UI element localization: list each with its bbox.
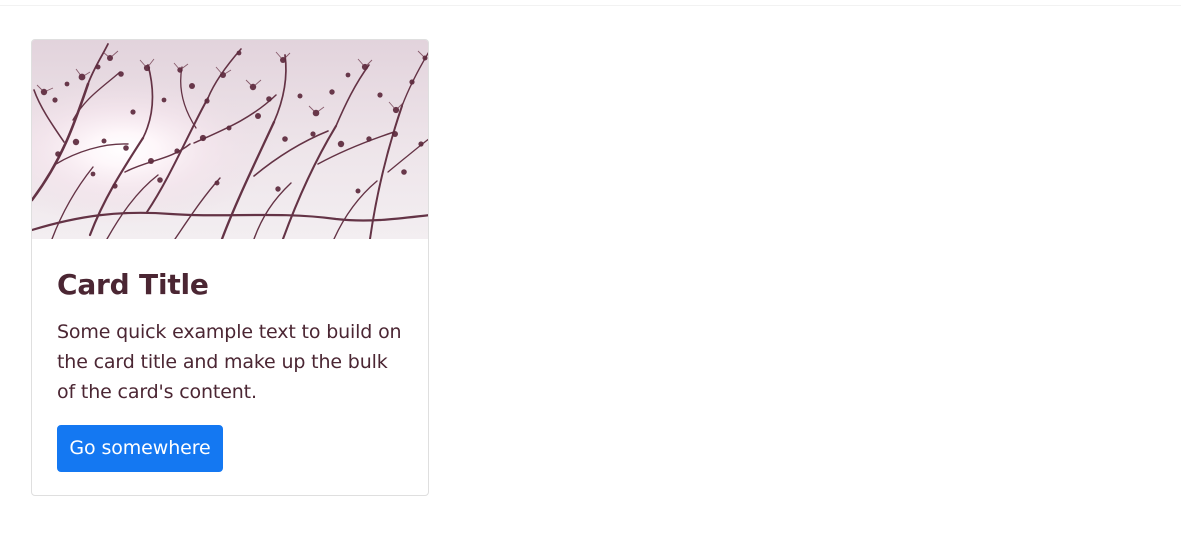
- card-image: [32, 40, 428, 239]
- card-description: Some quick example text to build on the …: [57, 321, 402, 403]
- card-title: Card Title: [57, 268, 209, 301]
- top-divider: [0, 5, 1181, 6]
- page: Card Title Some quick example text to bu…: [0, 0, 1181, 535]
- go-somewhere-button[interactable]: Go somewhere: [57, 425, 223, 472]
- example-card: Card Title Some quick example text to bu…: [31, 39, 429, 496]
